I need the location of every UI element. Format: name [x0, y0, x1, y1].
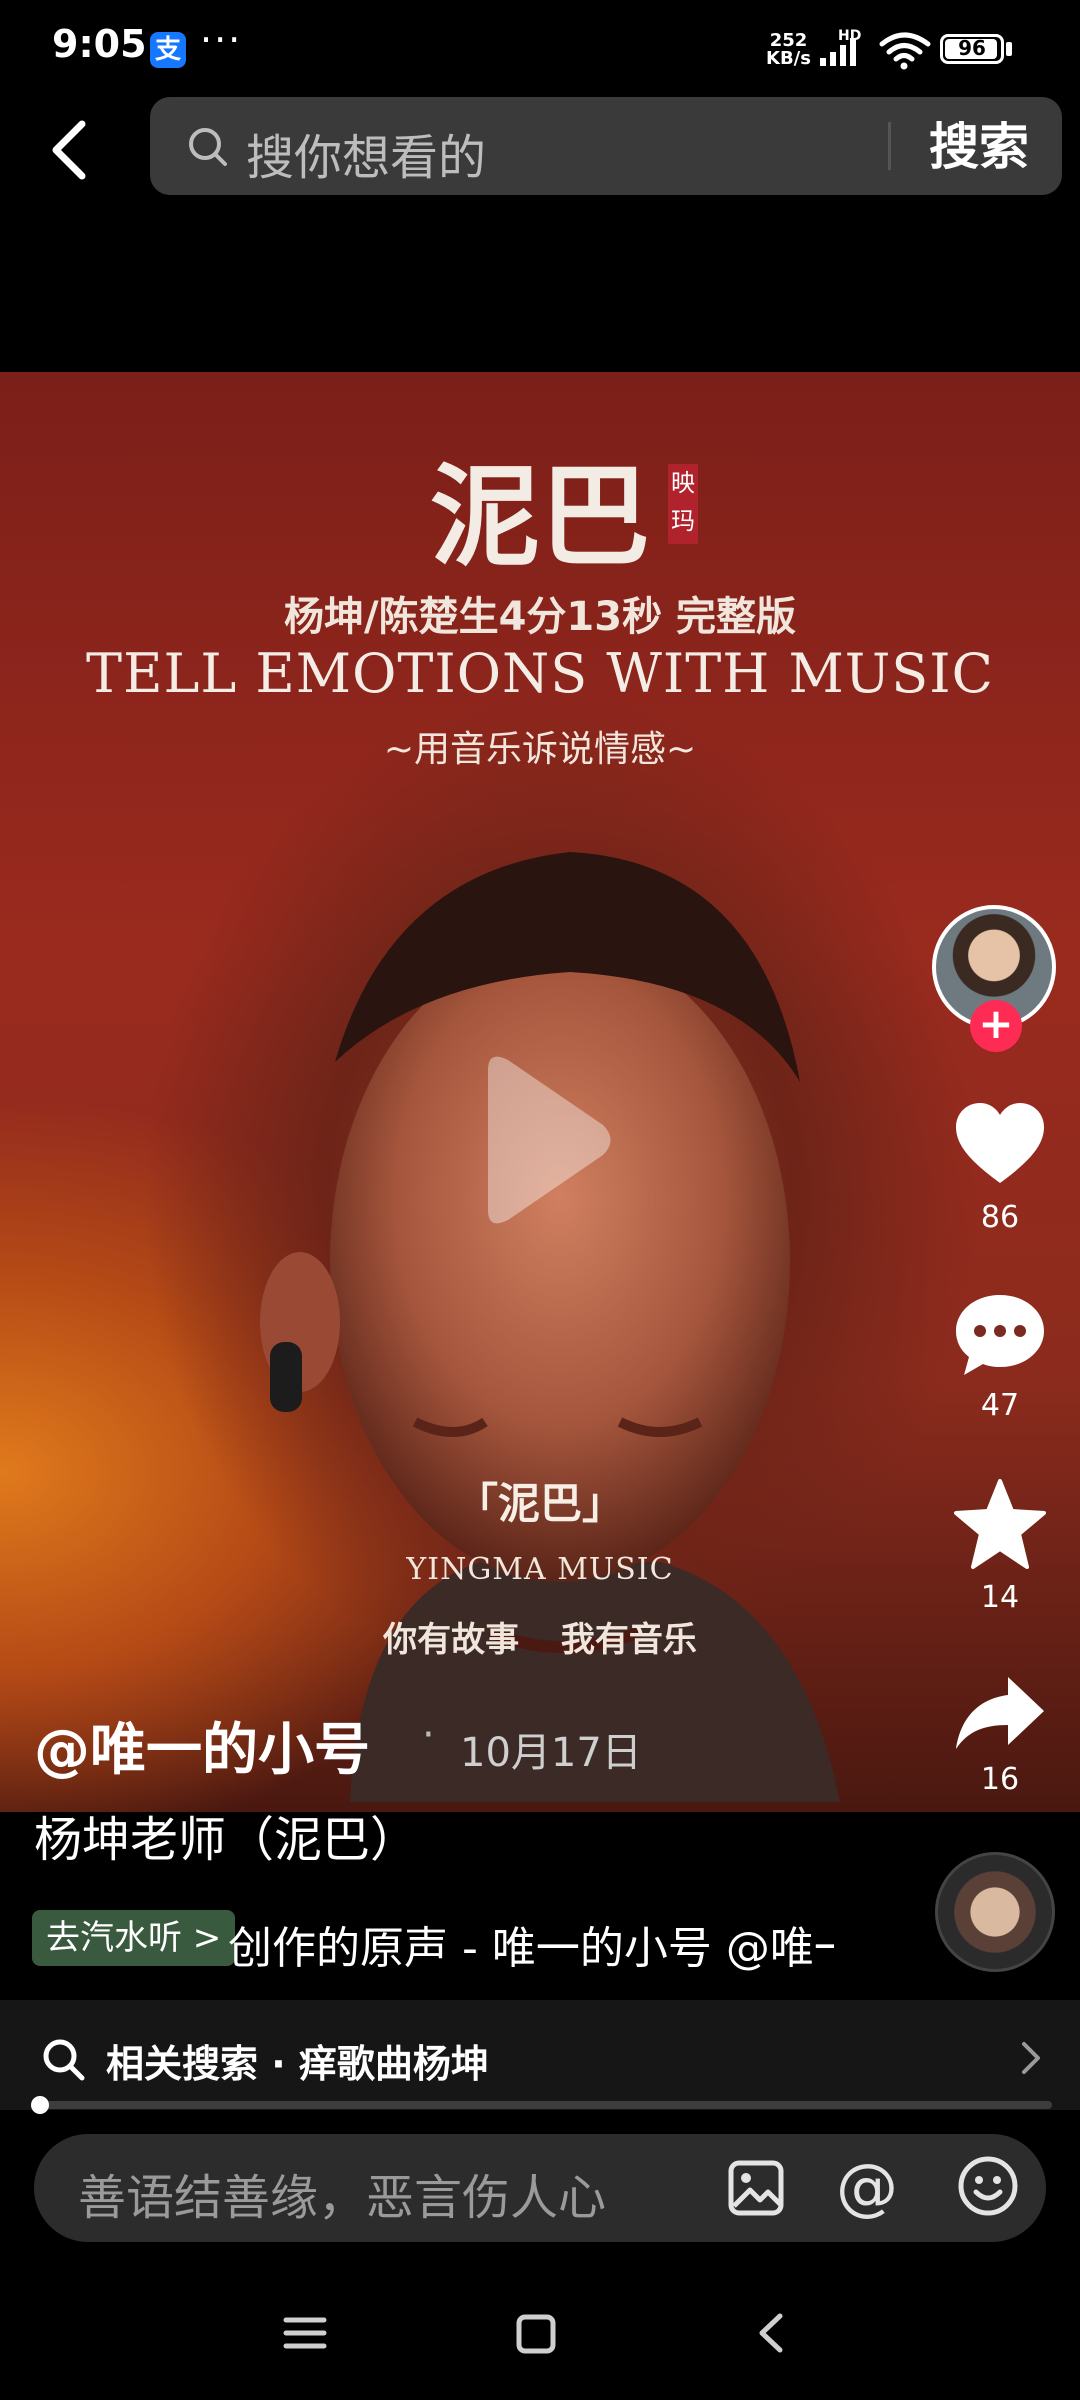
search-icon — [185, 124, 231, 174]
network-speed: 252 KB/s — [766, 32, 811, 68]
like-button[interactable] — [950, 1095, 1050, 1195]
back-button[interactable] — [40, 110, 100, 190]
search-divider — [888, 122, 891, 170]
cell-signal-icon: HD — [818, 28, 872, 72]
status-time: 9:05 — [52, 22, 147, 66]
battery-level: 96 — [958, 36, 986, 60]
related-search-text: 相关搜索 · 痒歌曲杨坤 — [106, 2042, 489, 2086]
comment-count: 47 — [980, 1388, 1020, 1423]
post-caption[interactable]: 杨坤老师（泥巴） — [34, 1800, 418, 1870]
image-icon[interactable] — [726, 2158, 786, 2222]
video-subtitle-line3: ~用音乐诉说情感~ — [383, 729, 697, 770]
post-date: 10月17日 — [460, 1730, 642, 1776]
follow-button[interactable]: + — [970, 1000, 1022, 1052]
square-home-icon — [516, 2314, 556, 2354]
music-track-marquee[interactable]: 创作的原声 - 唯一的小号 @唯一的小号 — [228, 1912, 834, 1976]
mention-button[interactable]: @ — [836, 2150, 898, 2223]
chevron-right-icon — [1016, 2038, 1046, 2082]
star-icon — [954, 1479, 1046, 1569]
chevron-left-icon — [759, 2313, 783, 2353]
battery-icon: 96 — [940, 34, 1004, 64]
progress-track[interactable] — [34, 2101, 1052, 2109]
video-caption-label: YINGMA MUSIC — [406, 1552, 674, 1587]
author-name[interactable]: @唯一的小号 — [34, 1705, 370, 1786]
heart-icon — [956, 1103, 1044, 1183]
wifi-icon — [878, 30, 934, 74]
date-separator: · — [422, 1712, 435, 1758]
status-more-icon: ··· — [200, 18, 243, 62]
speech-bubble-icon — [956, 1295, 1044, 1375]
battery-tip — [1006, 42, 1012, 56]
video-seal-stamp: 映玛 — [668, 464, 698, 544]
search-button[interactable]: 搜索 — [904, 110, 1054, 184]
video-player[interactable]: 泥巴 映玛 杨坤/陈楚生4分13秒 完整版 TELL EMOTIONS WITH… — [0, 372, 1080, 1812]
chevron-left-icon — [52, 120, 86, 180]
video-subtitle-line2: TELL EMOTIONS WITH MUSIC — [86, 642, 994, 705]
comment-placeholder: 善语结善缘，恶言伤人心 — [78, 2170, 607, 2226]
like-count: 86 — [980, 1200, 1020, 1235]
search-icon — [40, 2036, 88, 2088]
alipay-icon: 支 — [150, 32, 186, 68]
video-subtitle-line1: 杨坤/陈楚生4分13秒 完整版 — [283, 594, 797, 640]
share-count: 16 — [980, 1762, 1020, 1797]
nav-back-button[interactable] — [752, 2308, 792, 2362]
music-app-chip[interactable]: 去汽水听 > — [32, 1910, 236, 1966]
favorite-button[interactable] — [950, 1475, 1050, 1575]
music-disc-avatar[interactable] — [935, 1852, 1055, 1972]
play-icon — [488, 1056, 611, 1224]
video-caption-slogan: 你有故事 我有音乐 — [383, 1620, 697, 1660]
search-placeholder: 搜你想看的 — [246, 130, 487, 186]
video-title-overlay: 泥巴 — [430, 452, 650, 581]
hd-label: HD — [838, 28, 862, 44]
progress-thumb[interactable] — [31, 2096, 50, 2114]
network-speed-unit: KB/s — [766, 48, 811, 69]
share-button[interactable] — [950, 1665, 1050, 1765]
comment-button[interactable] — [950, 1285, 1050, 1385]
smiley-icon[interactable] — [956, 2154, 1020, 2222]
nav-home-button[interactable] — [514, 2312, 558, 2360]
play-button[interactable] — [468, 1050, 618, 1234]
video-caption-song: 「泥巴」 — [455, 1479, 624, 1528]
nav-menu-button[interactable] — [282, 2310, 328, 2360]
share-arrow-icon — [956, 1677, 1044, 1749]
favorite-count: 14 — [980, 1580, 1020, 1615]
menu-icon — [283, 2317, 327, 2349]
